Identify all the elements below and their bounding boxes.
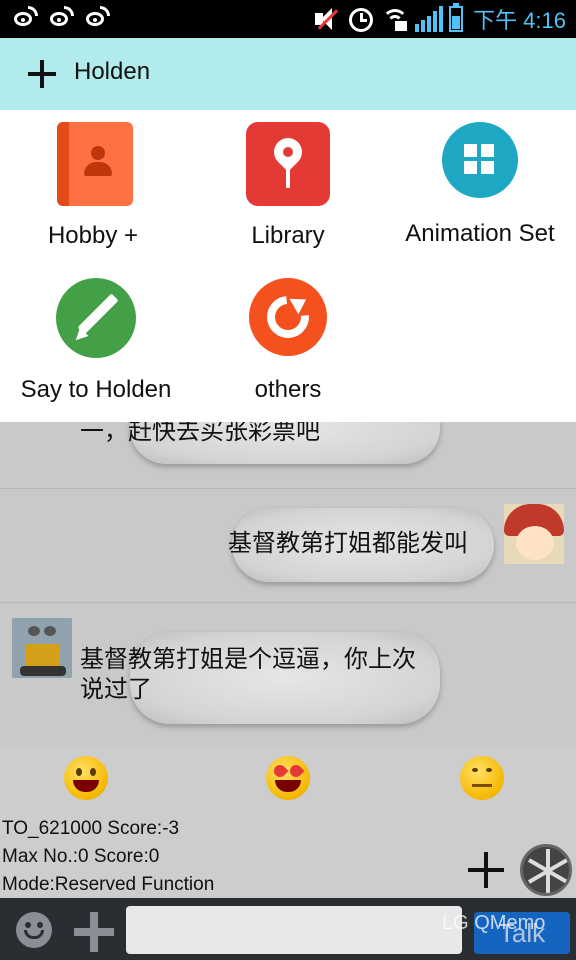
- info-mode: Mode:Reserved Function: [2, 874, 215, 895]
- page-title: Holden: [74, 58, 151, 85]
- message-text-line2: 说过了: [80, 675, 152, 703]
- bottom-panel: TO_621000 Score:-3 Max No.:0 Score:0 Mod…: [0, 748, 576, 898]
- battery-icon: [449, 3, 464, 32]
- menu-item-others[interactable]: others: [192, 268, 384, 422]
- menu-item-hobby[interactable]: Hobby +: [0, 110, 186, 264]
- attach-plus-icon[interactable]: [74, 912, 114, 952]
- grid-icon: [442, 122, 518, 198]
- pencil-icon: [56, 278, 136, 358]
- add-icon[interactable]: [468, 852, 504, 888]
- message-text: 基督教第打姐都能发叫: [228, 529, 468, 557]
- menu-item-animation-set[interactable]: Animation Set: [384, 110, 576, 264]
- divider: [0, 488, 576, 489]
- laughing-emoji[interactable]: [64, 756, 108, 800]
- divider: [0, 602, 576, 603]
- weibo-icon: [48, 6, 76, 30]
- robot-avatar[interactable]: [12, 618, 72, 678]
- mute-icon: [313, 5, 341, 33]
- message-text: 一，赶快去买张彩票吧: [80, 422, 320, 445]
- menu-item-label: Hobby +: [47, 222, 139, 249]
- menu-item-label: Say to Holden: [20, 376, 172, 403]
- message-input[interactable]: [126, 906, 462, 954]
- notification-icons: [12, 6, 112, 30]
- camera-shutter-icon[interactable]: [520, 844, 572, 896]
- info-target: TO_621000 Score:-3: [2, 818, 180, 839]
- refresh-icon: [249, 278, 327, 356]
- smirk-emoji[interactable]: [460, 756, 504, 800]
- heart-eyes-emoji[interactable]: [266, 756, 310, 800]
- watermark: LG QMemo: [442, 912, 546, 934]
- contact-book-icon: [57, 122, 133, 206]
- menu-panel: Hobby + Library Animation Set Say to Hol…: [0, 110, 576, 422]
- wifi-locked-icon: [381, 5, 409, 33]
- status-bar: 下午 4:16: [0, 0, 576, 38]
- info-max: Max No.:0 Score:0: [2, 846, 160, 867]
- menu-item-label: Library: [251, 222, 325, 249]
- action-bar: Holden: [0, 38, 576, 110]
- plus-icon[interactable]: [28, 60, 56, 88]
- system-icons: 下午 4:16: [313, 3, 566, 35]
- alarm-icon: [347, 5, 375, 33]
- chat-list[interactable]: 一，赶快去买张彩票吧 基督教第打姐都能发叫 基督教第打姐是个逗逼，你上次 说过了: [0, 422, 576, 748]
- weibo-icon: [84, 6, 112, 30]
- signal-icon: [415, 6, 444, 32]
- emoji-icon[interactable]: [16, 912, 52, 948]
- status-time: 下午 4:16: [473, 8, 566, 33]
- menu-item-library[interactable]: Library: [192, 110, 384, 264]
- boy-avatar[interactable]: [504, 504, 564, 564]
- weibo-icon: [12, 6, 40, 30]
- menu-item-label: Animation Set: [405, 220, 555, 247]
- map-pin-icon: [246, 122, 330, 206]
- menu-item-label: others: [254, 376, 322, 403]
- menu-item-say-to-holden[interactable]: Say to Holden: [0, 268, 192, 422]
- message-text-line1: 基督教第打姐是个逗逼，你上次: [80, 645, 416, 673]
